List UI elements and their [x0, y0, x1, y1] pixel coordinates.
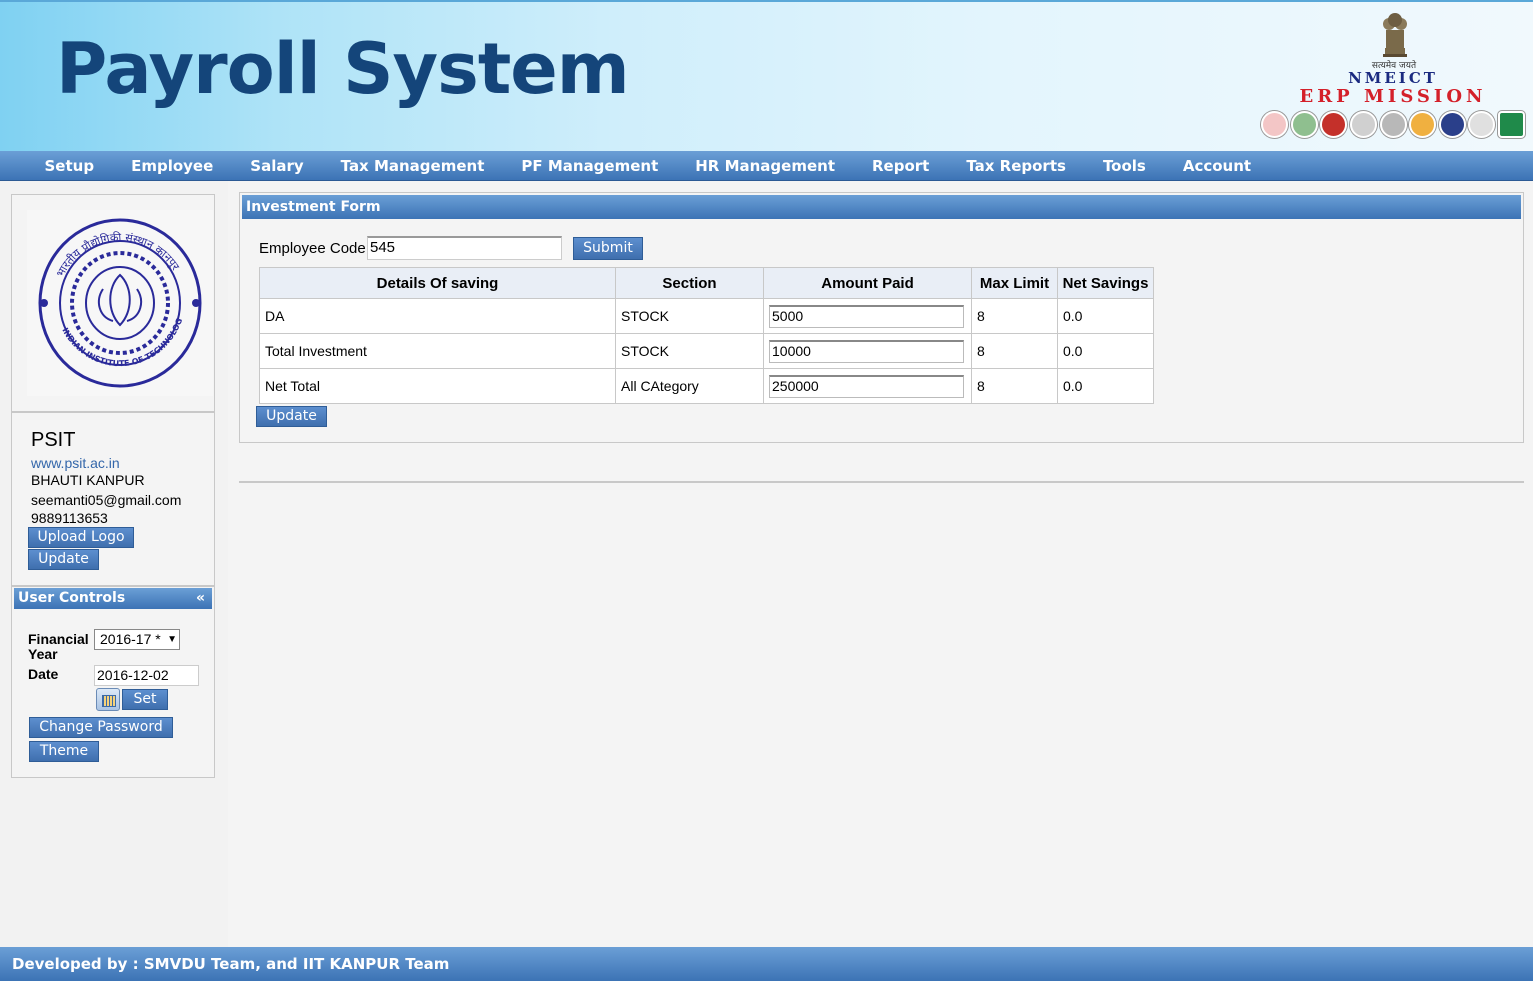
- column-header: Net Savings: [1057, 267, 1154, 299]
- collapse-icon[interactable]: «: [196, 588, 205, 609]
- amount-paid-input[interactable]: 250000: [769, 374, 964, 398]
- nav-account[interactable]: Account: [1164, 157, 1269, 175]
- net-savings-cell: 0.0: [1057, 298, 1154, 334]
- financial-year-label: Financial Year: [28, 632, 89, 662]
- divider: [239, 481, 1524, 483]
- nav-employee[interactable]: Employee: [113, 157, 232, 175]
- app-header: Payroll System सत्यमेव जयते NMEICT ERP M…: [0, 0, 1533, 151]
- financial-year-label-line2: Year: [28, 646, 58, 662]
- partner-logo-icon: [1320, 110, 1348, 138]
- form-title: Investment Form: [242, 195, 1521, 219]
- dropdown-arrow-icon: ▼: [167, 634, 177, 645]
- amount-paid-input[interactable]: 5000: [769, 304, 964, 328]
- change-password-button[interactable]: Change Password: [29, 717, 173, 738]
- erp-mission-logo: सत्यमेव जयते NMEICT ERP MISSION: [1261, 8, 1525, 148]
- partner-logo-icon: [1498, 110, 1525, 138]
- divider: [12, 585, 214, 587]
- net-savings-cell: 0.0: [1057, 368, 1154, 404]
- column-header: Max Limit: [971, 267, 1058, 299]
- org-name: PSIT: [31, 429, 76, 451]
- main-nav: Setup Employee Salary Tax Management PF …: [0, 151, 1533, 181]
- set-date-button[interactable]: Set: [122, 689, 168, 710]
- amount-cell: 250000: [763, 368, 972, 404]
- institute-logo: INDIAN INSTITUTE OF TECHNOLOGY KANPUR भा…: [27, 210, 213, 396]
- amount-cell: 10000: [763, 333, 972, 369]
- amount-cell: 5000: [763, 298, 972, 334]
- nmeict-text: NMEICT: [1348, 69, 1438, 87]
- section-cell: All CAtegory: [615, 368, 764, 404]
- section-cell: STOCK: [615, 333, 764, 369]
- financial-year-label-line1: Financial: [28, 631, 89, 647]
- partner-logo-icon: [1409, 110, 1437, 138]
- nav-tax-reports[interactable]: Tax Reports: [948, 157, 1085, 175]
- amount-paid-input[interactable]: 10000: [769, 339, 964, 363]
- table-row: Net Total All CAtegory 250000 8 0.0: [259, 368, 1154, 404]
- column-header: Section: [615, 267, 764, 299]
- partner-logo-icon: [1379, 110, 1407, 138]
- details-cell: Net Total: [259, 368, 616, 404]
- investment-table: Details Of saving Section Amount Paid Ma…: [259, 267, 1154, 404]
- max-limit-cell: 8: [971, 368, 1058, 404]
- investment-form-panel: Investment Form Employee Code 545 Submit…: [239, 192, 1524, 443]
- table-row: Total Investment STOCK 10000 8 0.0: [259, 333, 1154, 369]
- svg-text:भारतीय प्रौद्योगिकी संस्थान का: भारतीय प्रौद्योगिकी संस्थान कानपुर: [54, 231, 183, 280]
- nav-tax-management[interactable]: Tax Management: [322, 157, 503, 175]
- partner-logo-icon: [1468, 110, 1496, 138]
- partner-logo-icon: [1438, 110, 1466, 138]
- employee-code-input[interactable]: 545: [367, 236, 562, 260]
- upload-logo-button[interactable]: Upload Logo: [28, 527, 134, 548]
- sidebar: INDIAN INSTITUTE OF TECHNOLOGY KANPUR भा…: [11, 194, 215, 778]
- user-controls-title: User Controls: [18, 590, 126, 606]
- org-email: seemanti05@gmail.com: [31, 492, 182, 508]
- form-update-button[interactable]: Update: [256, 406, 327, 427]
- financial-year-value: 2016-17 *: [100, 631, 161, 647]
- sidebar-update-button[interactable]: Update: [28, 549, 99, 570]
- table-row: DA STOCK 5000 8 0.0: [259, 298, 1154, 334]
- org-address: BHAUTI KANPUR: [31, 472, 145, 488]
- erp-mission-text: ERP MISSION: [1299, 86, 1487, 107]
- details-cell: DA: [259, 298, 616, 334]
- partner-logos: [1261, 108, 1525, 140]
- partner-logo-icon: [1349, 110, 1377, 138]
- partner-logo-icon: [1290, 110, 1318, 138]
- nav-hr-management[interactable]: HR Management: [677, 157, 854, 175]
- divider: [12, 411, 214, 413]
- calendar-icon[interactable]: [96, 688, 120, 711]
- partner-logo-icon: [1261, 110, 1288, 138]
- nav-setup[interactable]: Setup: [26, 157, 113, 175]
- nav-report[interactable]: Report: [854, 157, 948, 175]
- nav-salary[interactable]: Salary: [232, 157, 322, 175]
- financial-year-select[interactable]: 2016-17 * ▼: [94, 629, 180, 650]
- footer: Developed by : SMVDU Team, and IIT KANPU…: [0, 947, 1533, 981]
- net-savings-cell: 0.0: [1057, 333, 1154, 369]
- details-cell: Total Investment: [259, 333, 616, 369]
- table-header-row: Details Of saving Section Amount Paid Ma…: [259, 267, 1154, 299]
- national-emblem-icon: [1383, 13, 1407, 57]
- theme-button[interactable]: Theme: [29, 741, 99, 762]
- iit-kanpur-seal-icon: INDIAN INSTITUTE OF TECHNOLOGY KANPUR भा…: [37, 217, 202, 388]
- max-limit-cell: 8: [971, 333, 1058, 369]
- max-limit-cell: 8: [971, 298, 1058, 334]
- app-title: Payroll System: [56, 28, 630, 110]
- user-controls-header: User Controls «: [14, 588, 212, 609]
- nav-pf-management[interactable]: PF Management: [503, 157, 677, 175]
- date-label: Date: [28, 666, 59, 682]
- date-input[interactable]: 2016-12-02: [94, 665, 199, 686]
- org-phone: 9889113653: [31, 510, 108, 526]
- submit-button[interactable]: Submit: [573, 237, 643, 260]
- nav-tools[interactable]: Tools: [1084, 157, 1164, 175]
- org-website-link[interactable]: www.psit.ac.in: [31, 455, 120, 471]
- column-header: Amount Paid: [763, 267, 972, 299]
- column-header: Details Of saving: [259, 267, 616, 299]
- section-cell: STOCK: [615, 298, 764, 334]
- employee-code-label: Employee Code: [259, 240, 366, 257]
